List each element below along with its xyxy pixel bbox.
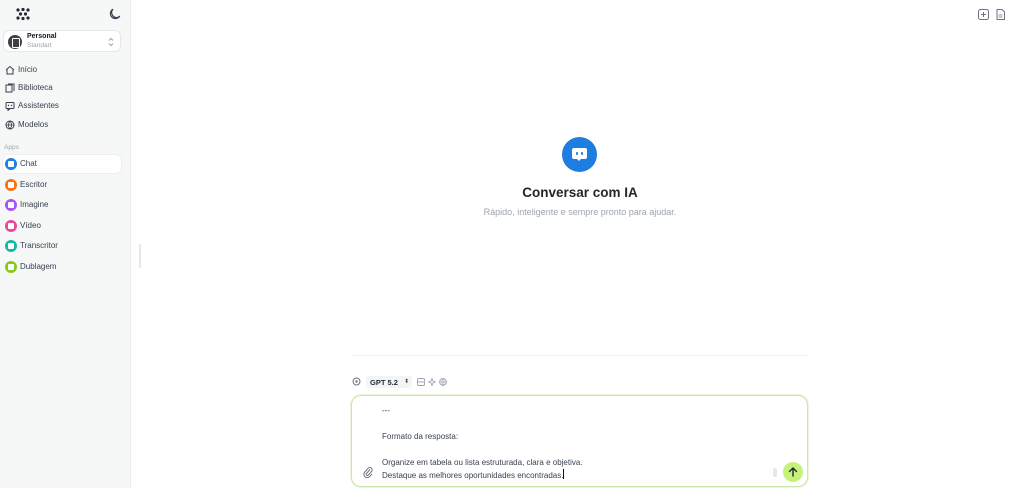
library-icon	[5, 83, 15, 93]
page-title: Conversar com IA	[522, 185, 638, 200]
message-line: Formato da resposta:	[382, 432, 459, 441]
new-chat-icon[interactable]	[978, 9, 989, 20]
settings-icon[interactable]	[352, 377, 361, 386]
sidebar-item-label: Escritor	[20, 180, 48, 189]
sidebar-item-assistentes[interactable]: Assistentes	[3, 97, 121, 115]
message-line: Organize em tabela ou lista estruturada,…	[382, 458, 583, 467]
paperclip-icon[interactable]	[363, 466, 373, 478]
workspace-name: Personal	[27, 33, 57, 40]
message-line: ---	[382, 406, 390, 415]
moon-icon[interactable]	[108, 7, 122, 21]
chevron-updown-icon: ⬍	[403, 379, 409, 385]
sidebar-item-label: Vídeo	[20, 221, 41, 230]
headphones-icon	[5, 240, 17, 252]
sidebar-item-label: Dublagem	[20, 262, 57, 271]
chat-bubble-icon	[562, 137, 597, 172]
sidebar-item-dublagem[interactable]: Dublagem	[3, 258, 121, 276]
arrow-up-icon	[788, 467, 798, 477]
globe-icon[interactable]	[439, 378, 447, 386]
megaphone-icon	[5, 261, 17, 273]
page-subtitle: Rápido, inteligente e sempre pronto para…	[483, 207, 677, 217]
home-icon	[5, 65, 15, 75]
sidebar-item-label: Modelos	[18, 120, 49, 129]
sidebar-item-modelos[interactable]: Modelos	[3, 116, 121, 134]
sidebar-item-chat[interactable]: Chat	[3, 155, 121, 173]
sidebar-item-label: Chat	[20, 159, 37, 168]
sidebar-item-video[interactable]: Vídeo	[3, 217, 121, 235]
sidebar-item-transcritor[interactable]: Transcritor	[3, 237, 121, 255]
sidebar-item-imagine[interactable]: Imagine	[3, 196, 121, 214]
text-caret	[563, 469, 565, 479]
assistant-icon	[5, 102, 15, 111]
workspace-switcher[interactable]: Personal Standart	[3, 30, 121, 52]
chat-icon	[5, 158, 17, 170]
message-line	[382, 443, 782, 456]
model-name: GPT 5.2	[370, 378, 398, 387]
sparkle-icon[interactable]	[428, 378, 436, 386]
sidebar-item-biblioteca[interactable]: Biblioteca	[3, 79, 121, 97]
play-icon	[5, 220, 17, 232]
sidebar-item-label: Início	[18, 65, 38, 74]
sidebar-item-label: Imagine	[20, 200, 49, 209]
document-icon[interactable]	[995, 9, 1006, 20]
sidebar-item-label: Biblioteca	[18, 83, 53, 92]
app-root: Personal Standart Início Biblioteca Assi…	[0, 0, 1024, 488]
model-selector[interactable]: GPT 5.2 ⬍	[366, 376, 412, 388]
workspace-plan: Standart	[27, 42, 52, 49]
message-input[interactable]: --- Formato da resposta: Organize em tab…	[382, 404, 782, 482]
layout-icon[interactable]	[417, 378, 425, 386]
divider	[352, 355, 808, 356]
image-icon	[5, 199, 17, 211]
chevron-updown-icon	[108, 37, 114, 47]
workspace-avatar	[8, 35, 22, 49]
mic-icon[interactable]	[773, 468, 777, 477]
message-line: Destaque as melhores oportunidades encon…	[382, 471, 564, 480]
sidebar-item-escritor[interactable]: Escritor	[3, 176, 121, 194]
send-button[interactable]	[783, 462, 803, 482]
pen-icon	[5, 179, 17, 191]
sidebar: Personal Standart Início Biblioteca Assi…	[0, 0, 131, 488]
logo-icon[interactable]	[15, 7, 31, 21]
apps-section-label: Apps	[4, 144, 19, 151]
sidebar-resize-handle[interactable]	[139, 244, 141, 268]
sidebar-item-label: Transcritor	[20, 241, 58, 250]
message-composer[interactable]: --- Formato da resposta: Organize em tab…	[351, 395, 808, 487]
sidebar-item-inicio[interactable]: Início	[3, 61, 121, 79]
sidebar-item-label: Assistentes	[18, 101, 59, 110]
globe-icon	[5, 120, 15, 130]
message-line	[382, 417, 782, 430]
